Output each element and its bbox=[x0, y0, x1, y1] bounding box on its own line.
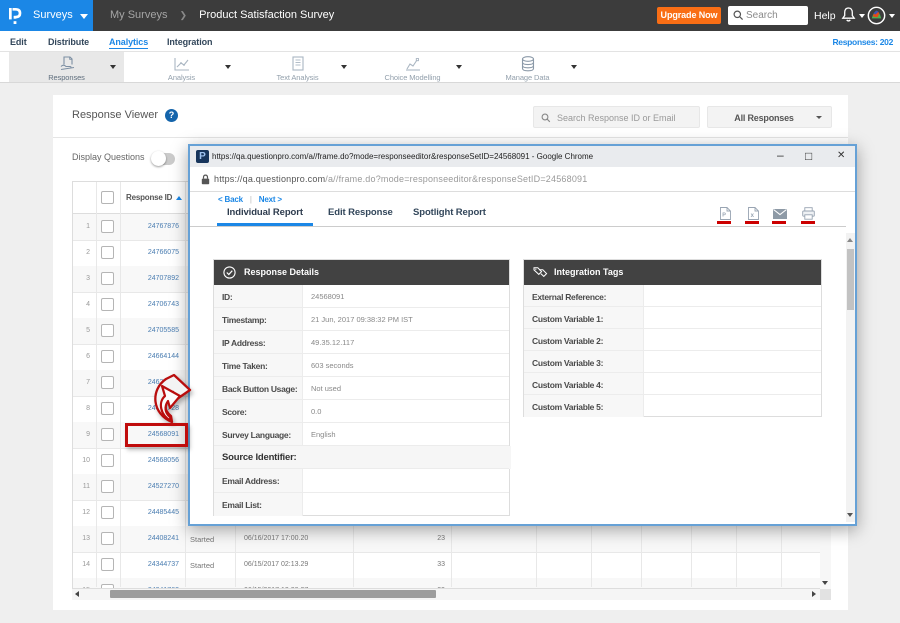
svg-text:P: P bbox=[722, 213, 726, 219]
